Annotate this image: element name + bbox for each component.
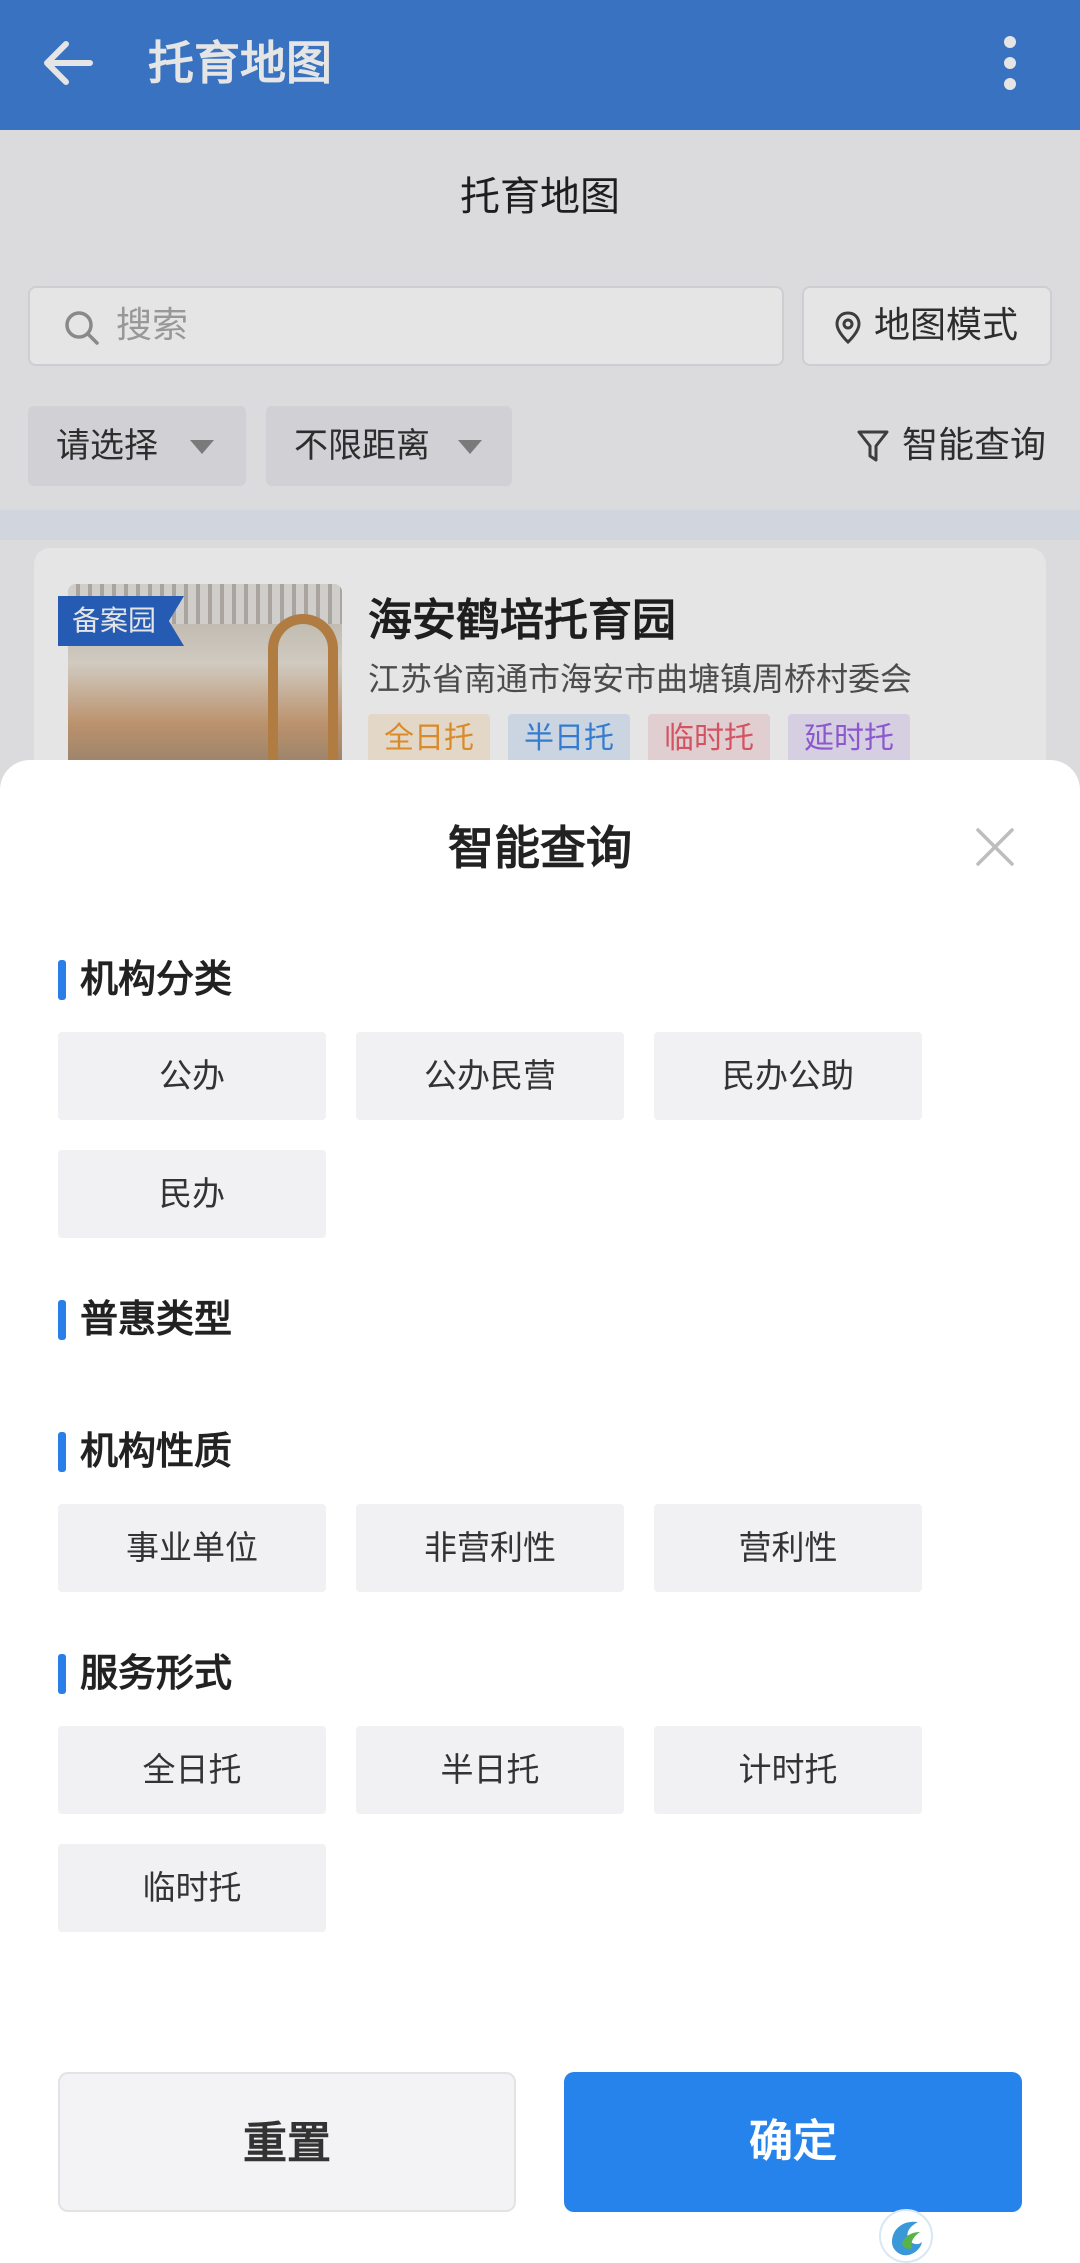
option-public-institution[interactable]: 事业单位 — [58, 1504, 326, 1592]
confirm-button[interactable]: 确定 — [564, 2072, 1022, 2212]
option-public-private-run[interactable]: 公办民营 — [356, 1032, 624, 1120]
sheet-title: 智能查询 — [448, 821, 632, 875]
reset-button[interactable]: 重置 — [58, 2072, 516, 2212]
section-label: 普惠类型 — [80, 1297, 233, 1341]
option-private-public-aided[interactable]: 民办公助 — [654, 1032, 922, 1120]
watermark-logo-icon — [879, 2209, 933, 2263]
option-full-day[interactable]: 全日托 — [58, 1726, 326, 1814]
option-private[interactable]: 民办 — [58, 1150, 326, 1238]
section-accent-bar — [58, 1300, 66, 1340]
option-half-day[interactable]: 半日托 — [356, 1726, 624, 1814]
section-label: 服务形式 — [80, 1651, 233, 1695]
option-hourly[interactable]: 计时托 — [654, 1726, 922, 1814]
option-temporary[interactable]: 临时托 — [58, 1844, 326, 1932]
option-for-profit[interactable]: 营利性 — [654, 1504, 922, 1592]
section-label: 机构性质 — [80, 1429, 233, 1473]
section-accent-bar — [58, 1654, 66, 1694]
smart-query-sheet: 智能查询 机构分类 公办 公办民营 民办公助 民办 普惠类型 机构性质 事业单位… — [0, 760, 1080, 2263]
section-accent-bar — [58, 1432, 66, 1472]
option-non-profit[interactable]: 非营利性 — [356, 1504, 624, 1592]
section-accent-bar — [58, 960, 66, 1000]
close-icon[interactable] — [972, 824, 1018, 870]
option-public[interactable]: 公办 — [58, 1032, 326, 1120]
section-label: 机构分类 — [80, 957, 233, 1001]
